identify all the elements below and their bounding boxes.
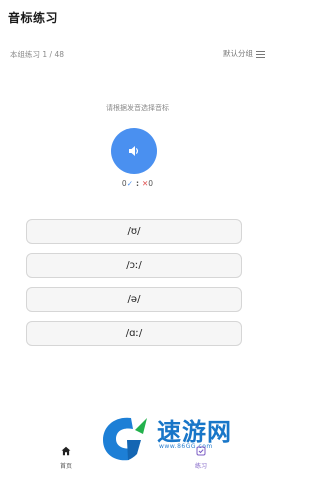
- home-icon: [61, 446, 71, 456]
- score-separator: :: [136, 179, 139, 188]
- tab-home[interactable]: 首页: [52, 441, 80, 470]
- speaker-icon: [129, 146, 138, 156]
- score-display: 0✓: ✕0: [0, 179, 275, 188]
- practice-icon: [196, 446, 206, 456]
- page-title: 音标练习: [8, 11, 59, 25]
- bottom-nav: 首页 练习: [0, 436, 275, 480]
- group-setting-label: 默认分组: [223, 49, 253, 58]
- answer-option[interactable]: /ə/: [26, 287, 242, 312]
- answer-option[interactable]: /ɔː/: [26, 253, 242, 278]
- answer-option[interactable]: /ɑː/: [26, 321, 242, 346]
- play-sound-button[interactable]: [111, 128, 157, 174]
- group-setting-button[interactable]: 默认分组: [223, 48, 265, 59]
- menu-icon: [256, 50, 265, 58]
- tab-practice-label: 练习: [194, 463, 207, 470]
- quiz-prompt: 请根据发音选择音标: [106, 104, 169, 112]
- tab-home-label: 首页: [59, 463, 72, 470]
- tab-practice[interactable]: 练习: [186, 441, 216, 470]
- answer-option[interactable]: /ʊ/: [26, 219, 242, 244]
- progress-row: 本组练习 1 / 48 默认分组: [0, 49, 275, 63]
- wrong-count: 0: [148, 179, 154, 188]
- check-icon: ✓: [126, 179, 133, 188]
- progress-counter: 本组练习 1 / 48: [10, 50, 64, 59]
